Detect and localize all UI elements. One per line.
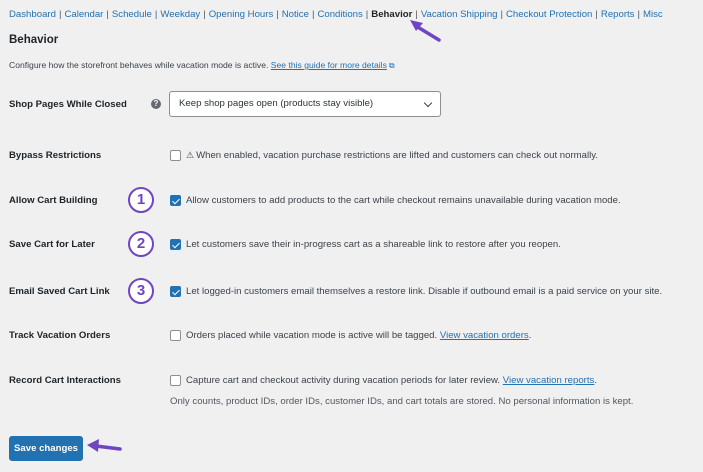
save-button-arrow-icon <box>87 439 122 452</box>
